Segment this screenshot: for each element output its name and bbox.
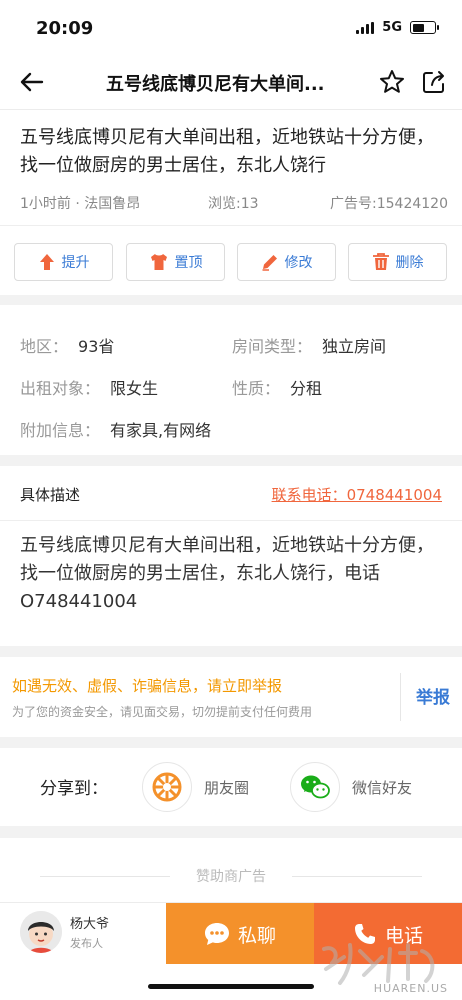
edit-button[interactable]: 修改 [237, 243, 336, 281]
promote-label: 提升 [61, 255, 90, 271]
sponsor-label: 赞助商广告 [196, 869, 266, 885]
promote-button[interactable]: 提升 [14, 243, 113, 281]
attr-key: 出租对象： [20, 379, 101, 398]
edit-label: 修改 [284, 255, 313, 271]
private-chat-button[interactable]: 私聊 [166, 903, 314, 965]
attr-key: 房间类型： [232, 337, 313, 356]
attr-value: 限女生 [110, 379, 159, 398]
battery-icon [410, 21, 439, 34]
shirt-icon [150, 254, 167, 270]
share-wechat-label: 微信好友 [352, 778, 413, 797]
share-moments-label: 朋友圈 [204, 778, 250, 797]
pencil-icon [262, 255, 277, 271]
wechat-icon [290, 762, 340, 812]
post-time-location: 1小时前 · 法国鲁昂 [20, 196, 141, 212]
warning-subtitle: 为了您的资金安全，请见面交易，切勿提前支付任何费用 [12, 705, 313, 719]
sponsor-section: 赞助商广告 [0, 838, 462, 908]
attr-key: 地区： [20, 337, 69, 356]
home-indicator [148, 984, 314, 989]
description-label: 具体描述 [20, 486, 81, 504]
moments-icon [142, 762, 192, 812]
page-title: 五号线底博贝尼有大单间... [106, 74, 325, 95]
attr-value: 独立房间 [322, 337, 387, 356]
share-wechat-button[interactable]: 微信好友 [290, 760, 412, 814]
pin-top-button[interactable]: 置顶 [126, 243, 225, 281]
attr-value: 有家具,有网络 [110, 421, 212, 440]
attr-key: 附加信息： [20, 421, 101, 440]
warning-title: 如遇无效、虚假、诈骗信息，请立即举报 [12, 677, 283, 695]
attr-region: 地区： 93省 [20, 333, 114, 357]
description-body: 五号线底博贝尼有大单间出租，近地铁站十分方便，找一位做厨房的男士居住，东北人饶行… [20, 535, 434, 612]
divider [0, 225, 462, 226]
listing-attributes: 地区： 93省 房间类型： 独立房间 出租对象： 限女生 性质： 分租 附加信息： 有家具… [0, 305, 462, 455]
report-button[interactable]: 举报 [408, 683, 458, 708]
delete-label: 删除 [395, 255, 424, 271]
description-section: 具体描述 联系电话：0748441004 五号线底博贝尼有大单间出租，近地铁站十… [0, 466, 462, 646]
post-title: 五号线底博贝尼有大单间出租，近地铁站十分方便，找一位做厨房的男士居住，东北人饶行 [20, 127, 434, 176]
attr-nature: 性质： 分租 [232, 375, 322, 399]
back-arrow-icon[interactable] [18, 68, 46, 96]
trash-icon [372, 253, 389, 270]
poster-name: 杨大爷 [70, 917, 110, 932]
post-ad-number: 广告号:15424120 [330, 196, 448, 212]
status-bar: 20:09 5G [0, 0, 462, 54]
post-views: 浏览:13 [208, 196, 259, 212]
fraud-warning: 如遇无效、虚假、诈骗信息，请立即举报 为了您的资金安全，请见面交易，切勿提前支付… [0, 657, 462, 737]
post-actions: 提升 置顶 修改 删除 [14, 243, 448, 283]
pin-top-label: 置顶 [174, 255, 203, 271]
contact-phone-link[interactable]: 联系电话：0748441004 [272, 484, 442, 505]
nav-bar: 五号线底博贝尼有大单间... [0, 54, 462, 110]
divider [400, 673, 401, 721]
share-icon[interactable] [420, 68, 448, 96]
post-header: 五号线底博贝尼有大单间出租，近地铁站十分方便，找一位做厨房的男士居住，东北人饶行… [0, 110, 462, 295]
poster-avatar[interactable] [20, 911, 62, 953]
status-indicators: 5G [356, 20, 439, 35]
attr-value: 93省 [78, 337, 115, 356]
arrow-up-icon [39, 254, 54, 270]
poster-role: 发布人 [70, 937, 103, 950]
signal-icon [356, 21, 375, 34]
chat-label: 私聊 [237, 924, 276, 947]
favorite-star-icon[interactable] [378, 68, 406, 96]
chat-bubble-icon [204, 923, 229, 945]
network-label: 5G [382, 20, 402, 35]
attr-room-type: 房间类型： 独立房间 [232, 333, 386, 357]
attr-value: 分租 [290, 379, 323, 398]
delete-button[interactable]: 删除 [348, 243, 447, 281]
share-label: 分享到： [40, 779, 108, 799]
description-header: 具体描述 联系电话：0748441004 [0, 466, 462, 521]
attr-tenant: 出租对象： 限女生 [20, 375, 158, 399]
share-section: 分享到： 朋友圈 微信好友 [0, 748, 462, 826]
attr-extra: 附加信息： 有家具,有网络 [20, 417, 211, 441]
watermark-text: HUAREN.US [373, 982, 448, 995]
attr-key: 性质： [232, 379, 281, 398]
status-time: 20:09 [36, 18, 94, 39]
share-moments-button[interactable]: 朋友圈 [142, 760, 249, 814]
